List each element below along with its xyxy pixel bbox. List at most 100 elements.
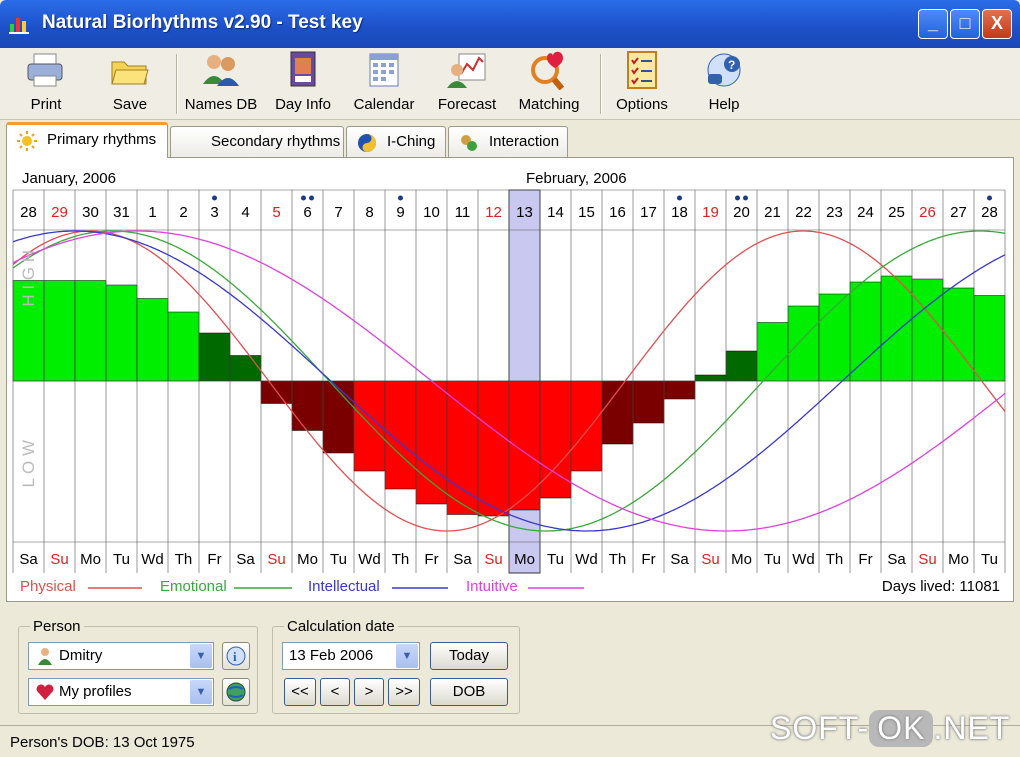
day-number: 22 [795,204,812,221]
day-of-week: Wd [575,551,598,568]
day-number: 6 [303,204,311,221]
rhythm-bar [198,332,231,382]
day-number: 23 [826,204,843,221]
day-of-week: Tu [764,551,781,568]
rhythm-bar [787,305,820,382]
person-info-button[interactable]: i [222,642,250,670]
rhythm-bar [756,322,789,382]
rhythm-bar [291,380,324,431]
day-of-week: Su [267,551,285,568]
dob-button[interactable]: DOB [430,678,508,706]
day-number: 26 [919,204,936,221]
day-of-week: Wd [358,551,381,568]
globe-icon [226,682,246,702]
day-number: 17 [640,204,657,221]
last-date-button[interactable]: >> [388,678,420,706]
rhythm-bar [880,275,913,382]
day-of-week: Su [50,551,68,568]
day-number: 28 [981,204,998,221]
person-icon [38,648,52,665]
profiles-select-value: My profiles [59,683,132,700]
rhythm-bar [508,380,541,511]
watermark-suffix: .NET [933,710,1011,746]
day-of-week: Tu [981,551,998,568]
rhythm-bar [136,298,169,382]
day-of-week: Sa [236,551,255,568]
day-number: 24 [857,204,874,221]
day-of-week: Tu [113,551,130,568]
day-number: 14 [547,204,564,221]
days-lived-value: Days lived: 11081 [881,578,1000,595]
event-dot [677,195,682,201]
rhythm-bar [446,380,479,515]
calculation-date-select[interactable]: 13 Feb 2006 ▼ [282,642,420,670]
profiles-globe-button[interactable] [222,678,250,706]
today-button[interactable]: Today [430,642,508,670]
first-date-button[interactable]: << [284,678,316,706]
day-of-week: Tu [547,551,564,568]
day-of-week: Sa [887,551,906,568]
day-of-week: Mo [80,551,101,568]
watermark: SOFT- OK .NET [770,710,1010,747]
day-of-week: Tu [330,551,347,568]
day-number: 2 [179,204,187,221]
day-of-week: Sa [19,551,38,568]
person-select-value: Dmitry [59,647,103,664]
day-of-week: Mo [948,551,969,568]
day-number: 3 [210,204,218,221]
day-number: 21 [764,204,781,221]
info-icon: i [226,646,246,666]
day-of-week: Fr [424,551,438,568]
chevron-down-icon[interactable]: ▼ [190,644,212,668]
watermark-ok: OK [869,710,934,747]
person-select[interactable]: Dmitry ▼ [28,642,214,670]
day-number: 18 [671,204,688,221]
sun-icon [17,131,37,151]
watermark-prefix: SOFT- [770,710,870,746]
heart-icon [36,684,54,700]
rhythm-bar [570,380,603,472]
day-of-week: Wd [141,551,164,568]
rhythm-bar [911,278,944,382]
high-label: H I G H [19,250,38,307]
rhythm-bar [725,350,758,382]
day-number: 13 [516,204,533,221]
chevron-down-icon[interactable]: ▼ [190,680,212,704]
prev-date-button[interactable]: < [320,678,350,706]
rhythm-bar [477,380,510,517]
rhythm-bar [694,374,727,382]
rhythm-bar [384,380,417,490]
day-number: 4 [241,204,249,221]
calculation-date-value: 13 Feb 2006 [289,647,374,664]
svg-text:i: i [233,649,237,664]
event-dot [309,195,314,201]
rhythm-bar [415,380,448,505]
event-dot [743,195,748,201]
day-number: 29 [51,204,68,221]
next-date-button[interactable]: > [354,678,384,706]
day-of-week: Th [609,551,627,568]
day-of-week: Wd [792,551,815,568]
day-of-week: Sa [453,551,472,568]
person-group-label: Person [30,618,84,635]
chevron-down-icon[interactable]: ▼ [396,644,418,668]
day-number: 9 [396,204,404,221]
day-number: 27 [950,204,967,221]
day-number: 19 [702,204,719,221]
day-number: 16 [609,204,626,221]
low-label: L O W [19,440,38,488]
tab-primary-rhythms[interactable]: Primary rhythms [6,122,168,158]
event-dot [212,195,217,201]
calculation-date-label: Calculation date [284,618,398,635]
rhythm-bar [663,380,696,400]
rhythm-bar [632,380,665,424]
day-of-week: Th [175,551,193,568]
profiles-select[interactable]: My profiles ▼ [28,678,214,706]
rhythm-bar [973,295,1006,382]
legend-lines [88,587,584,589]
status-dob-text: Person's DOB: 13 Oct 1975 [10,734,195,751]
day-of-week: Su [918,551,936,568]
rhythm-bar [942,287,975,382]
rhythm-bar [167,311,200,382]
day-of-week: Fr [858,551,872,568]
